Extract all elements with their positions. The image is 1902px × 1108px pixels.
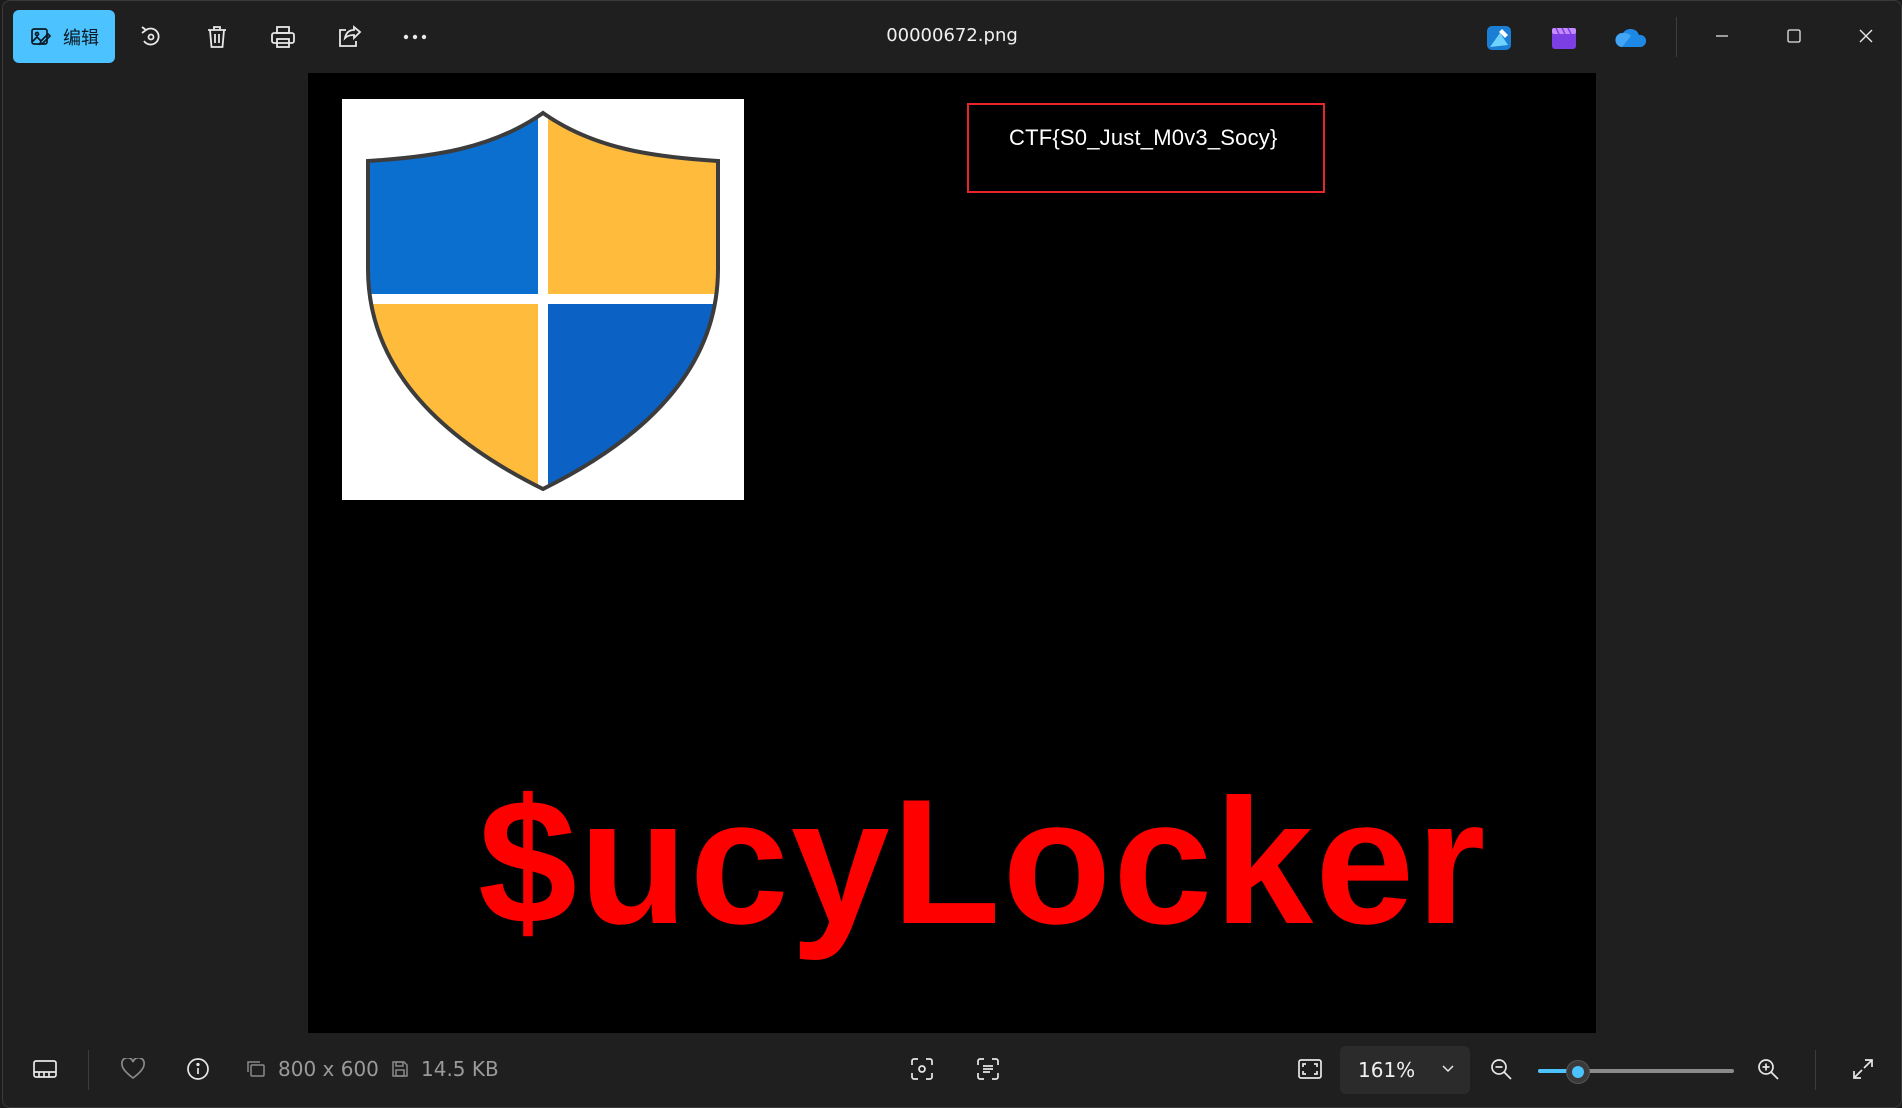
zoom-out-button[interactable] (1481, 1051, 1521, 1087)
ransomware-banner-text: $ucyLocker (478, 762, 1488, 961)
zoom-in-icon (1756, 1057, 1780, 1081)
close-icon (1858, 28, 1874, 44)
edit-image-icon (29, 25, 53, 49)
heart-icon (120, 1058, 146, 1080)
rotate-button[interactable] (129, 15, 173, 59)
delete-button[interactable] (195, 15, 239, 59)
zoom-slider-thumb[interactable] (1566, 1060, 1590, 1084)
fullscreen-button[interactable] (1843, 1051, 1883, 1087)
trash-icon (205, 24, 229, 50)
displayed-image: CTF{S0_Just_M0v3_Socy} $ucyLocker (308, 73, 1596, 1033)
top-toolbar: 编辑 00000672.png (3, 1, 1901, 73)
zoom-level-dropdown[interactable]: 161% (1340, 1046, 1470, 1094)
filmstrip-toggle-button[interactable] (25, 1051, 65, 1087)
zoom-out-icon (1489, 1057, 1513, 1081)
security-shield-logo (342, 99, 744, 500)
image-dimensions: 800 x 600 (278, 1057, 379, 1081)
toolbar-divider (1676, 17, 1677, 57)
print-button[interactable] (261, 15, 305, 59)
dimensions-indicator: 800 x 600 (246, 1051, 379, 1087)
image-canvas[interactable]: CTF{S0_Just_M0v3_Socy} $ucyLocker (3, 73, 1901, 1033)
text-scan-icon (975, 1056, 1001, 1082)
filmstrip-icon (32, 1059, 58, 1079)
statusbar-divider (88, 1050, 89, 1090)
visual-search-button[interactable] (902, 1051, 942, 1087)
info-icon (186, 1057, 210, 1081)
more-icon (402, 33, 428, 41)
fit-window-icon (1297, 1058, 1323, 1080)
onedrive-icon[interactable] (1613, 23, 1649, 53)
statusbar-divider-right (1815, 1050, 1816, 1090)
share-icon (336, 25, 362, 49)
clipchamp-icon[interactable] (1549, 23, 1579, 53)
flag-text-box: CTF{S0_Just_M0v3_Socy} (967, 103, 1325, 193)
edit-button[interactable]: 编辑 (13, 10, 115, 63)
zoom-level-value: 161% (1358, 1058, 1416, 1082)
image-size-icon (246, 1060, 266, 1078)
file-size: 14.5 KB (421, 1057, 499, 1081)
rotate-icon (138, 24, 164, 50)
chevron-down-icon (1440, 1060, 1456, 1076)
file-size-indicator: 14.5 KB (391, 1051, 499, 1087)
more-options-button[interactable] (393, 15, 437, 59)
zoom-in-button[interactable] (1748, 1051, 1788, 1087)
maximize-button[interactable] (1769, 13, 1819, 59)
edit-button-label: 编辑 (63, 27, 99, 49)
save-disk-icon (391, 1060, 409, 1078)
visual-search-icon (909, 1056, 935, 1082)
bottom-status-bar: 800 x 600 14.5 KB 161% (3, 1033, 1901, 1107)
flag-text: CTF{S0_Just_M0v3_Socy} (1009, 125, 1278, 150)
file-info-button[interactable] (178, 1051, 218, 1087)
text-scan-button[interactable] (968, 1051, 1008, 1087)
zoom-slider[interactable] (1538, 1060, 1734, 1084)
share-button[interactable] (327, 15, 371, 59)
photos-edit-app-icon[interactable] (1484, 23, 1514, 53)
fit-to-window-button[interactable] (1290, 1051, 1330, 1087)
photos-viewer-window: 编辑 00000672.png CTF{S0_Just_M0v3_Socy} $… (2, 0, 1902, 1108)
maximize-icon (1786, 28, 1802, 44)
printer-icon (270, 25, 296, 49)
minimize-button[interactable] (1697, 13, 1747, 59)
expand-icon (1851, 1057, 1875, 1081)
minimize-icon (1714, 28, 1730, 44)
close-button[interactable] (1841, 13, 1891, 59)
favorite-button[interactable] (113, 1051, 153, 1087)
